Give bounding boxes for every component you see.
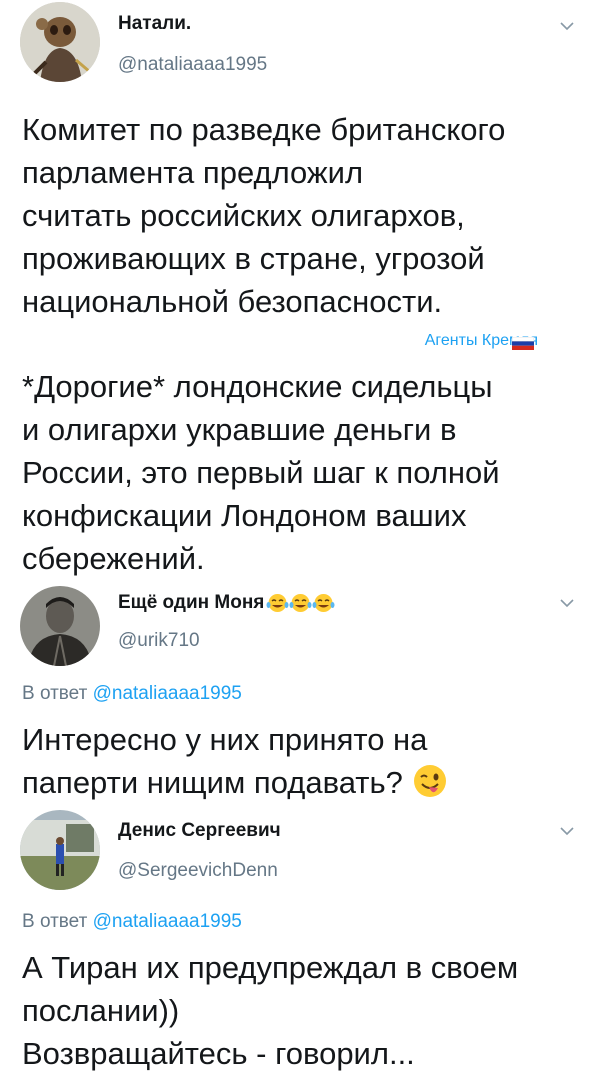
avatar-photo-icon (20, 810, 100, 890)
user-handle[interactable]: @nataliaaaa1995 (118, 54, 267, 76)
tweet-line: *Дорогие* лондонские сидельцы (22, 369, 493, 404)
reply-prefix: В ответ (22, 683, 88, 704)
avatar[interactable] (20, 586, 100, 666)
avatar-portrait-icon (20, 586, 100, 666)
tweet-line: и олигархи укравшие деньги в (22, 412, 457, 447)
tears-of-joy-icon (289, 593, 312, 612)
tweet-line: Интересно у них принято на (22, 722, 428, 757)
display-name[interactable]: Натали. (118, 13, 191, 35)
tweet-line-text: паперти нищим подавать? (22, 765, 403, 800)
display-name[interactable]: Ещё один Моня (118, 592, 335, 614)
tweet-line: Комитет по разведке британского (22, 112, 506, 147)
tweet-line: паперти нищим подавать? (22, 761, 448, 804)
chevron-down-icon[interactable] (558, 822, 576, 840)
reply-mention-link[interactable]: @nataliaaaa1995 (93, 683, 242, 704)
avatar[interactable] (20, 810, 100, 890)
user-handle[interactable]: @urik710 (118, 630, 200, 652)
tweet-line: проживающих в стране, угрозой (22, 241, 485, 276)
display-name[interactable]: Денис Сергеевич (118, 820, 281, 842)
avatar[interactable] (20, 2, 100, 82)
tweet-line: конфискации Лондоном ваших (22, 498, 467, 533)
chevron-down-icon[interactable] (558, 17, 576, 35)
tweet-line: парламента предложил (22, 155, 364, 190)
reply-prefix: В ответ (22, 911, 88, 932)
tweet-text: Интересно у них принято на паперти нищим… (22, 718, 448, 804)
winking-tongue-icon (413, 765, 446, 797)
reply-context: В ответ @nataliaaaa1995 (22, 911, 242, 933)
tweet-line: Возвращайтесь - говорил... (22, 1036, 415, 1071)
tweet-line: А Тиран их предупреждал в своем (22, 950, 519, 985)
tears-of-joy-icon (266, 593, 289, 612)
display-name-text: Ещё один Моня (118, 592, 265, 613)
tweet-line: национальной безопасности. (22, 284, 443, 319)
tweet-line: России, это первый шаг к полной (22, 455, 500, 490)
russia-flag-icon (512, 337, 534, 350)
reply-mention-link[interactable]: @nataliaaaa1995 (93, 911, 242, 932)
tweet-line: послании)) (22, 993, 180, 1028)
reply-context: В ответ @nataliaaaa1995 (22, 683, 242, 705)
chevron-down-icon[interactable] (558, 594, 576, 612)
avatar-figure-icon (20, 2, 100, 82)
tweet-line: считать российских олигархов, (22, 198, 465, 233)
tears-of-joy-icon (312, 593, 335, 612)
tweet-text-continued: *Дорогие* лондонские сидельцы и олигархи… (22, 365, 500, 580)
tweet-text: Комитет по разведке британского парламен… (22, 108, 505, 323)
user-handle[interactable]: @SergeevichDenn (118, 860, 278, 882)
tweet-text: А Тиран их предупреждал в своем послании… (22, 946, 518, 1075)
tweet-line: сбережений. (22, 541, 205, 576)
